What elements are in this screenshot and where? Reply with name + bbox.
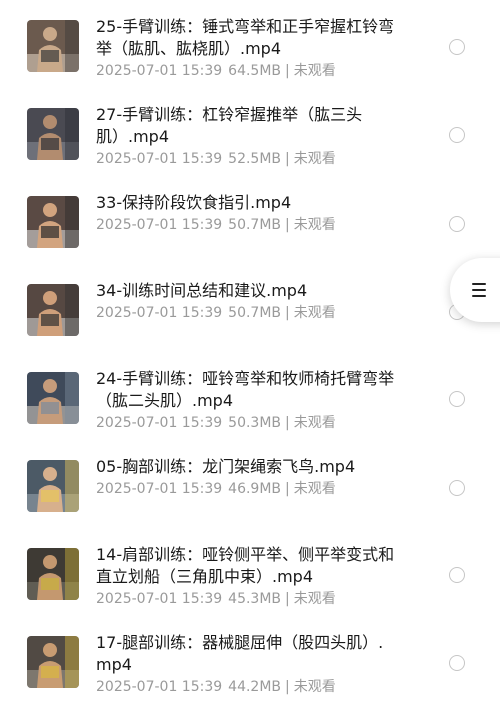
file-meta: 2025-07-01 15:39 50.3MB | 未观看 [96, 414, 336, 432]
meta-separator: | [285, 151, 290, 167]
watch-status: 未观看 [293, 305, 336, 321]
meta-separator: | [285, 679, 290, 695]
file-list-item[interactable]: 27-手臂训练：杠铃窄握推举（肱三头肌）.mp4 2025-07-01 15:39… [0, 98, 500, 186]
file-date: 2025-07-01 15:39 [96, 591, 223, 607]
file-size: 46.9MB [228, 481, 282, 497]
file-size: 64.5MB [228, 63, 282, 79]
file-size: 52.5MB [228, 151, 282, 167]
file-date: 2025-07-01 15:39 [96, 305, 223, 321]
file-name: 33-保持阶段饮食指引.mp4 [96, 193, 292, 212]
file-name: 34-训练时间总结和建议.mp4 [96, 281, 308, 300]
file-name: 14-肩部训练：哑铃侧平举、侧平举变式和直立划船（三角肌中束）.mp4 [96, 545, 395, 586]
watch-status: 未观看 [293, 217, 336, 233]
file-list-item[interactable]: 05-胸部训练：龙门架绳索飞鸟.mp4 2025-07-01 15:39 46.9M… [0, 450, 500, 538]
menu-icon [472, 283, 486, 297]
video-thumbnail-icon [27, 548, 79, 600]
video-thumbnail-icon [27, 20, 79, 72]
meta-separator: | [285, 591, 290, 607]
file-meta: 2025-07-01 15:39 46.9MB | 未观看 [96, 480, 336, 498]
file-date: 2025-07-01 15:39 [96, 151, 223, 167]
video-thumbnail-icon [27, 108, 79, 160]
file-size: 50.7MB [228, 217, 282, 233]
file-name: 25-手臂训练：锤式弯举和正手窄握杠铃弯举（肱肌、肱桡肌）.mp4 [96, 17, 395, 58]
video-thumbnail-icon [27, 460, 79, 512]
file-meta: 2025-07-01 15:39 52.5MB | 未观看 [96, 150, 336, 168]
watch-status: 未观看 [293, 591, 336, 607]
file-meta: 2025-07-01 15:39 44.2MB | 未观看 [96, 678, 336, 696]
video-thumbnail-icon [27, 636, 79, 688]
meta-separator: | [285, 217, 290, 233]
file-date: 2025-07-01 15:39 [96, 217, 223, 233]
file-name: 05-胸部训练：龙门架绳索飞鸟.mp4 [96, 457, 356, 476]
meta-separator: | [285, 305, 290, 321]
file-date: 2025-07-01 15:39 [96, 63, 223, 79]
select-radio[interactable] [449, 39, 465, 55]
file-list-item[interactable]: 34-训练时间总结和建议.mp4 2025-07-01 15:39 50.7MB | 未… [0, 274, 500, 362]
file-size: 50.3MB [228, 415, 282, 431]
select-radio[interactable] [449, 127, 465, 143]
file-list-item[interactable]: 14-肩部训练：哑铃侧平举、侧平举变式和直立划船（三角肌中束）.mp4 2025-… [0, 538, 500, 626]
file-list-item[interactable]: 17-腿部训练：器械腿屈伸（股四头肌）.mp4 2025-07-01 15:39 4… [0, 626, 500, 710]
file-meta: 2025-07-01 15:39 50.7MB | 未观看 [96, 216, 336, 234]
select-radio[interactable] [449, 391, 465, 407]
watch-status: 未观看 [293, 679, 336, 695]
file-size: 45.3MB [228, 591, 282, 607]
video-thumbnail-icon [27, 372, 79, 424]
file-size: 50.7MB [228, 305, 282, 321]
select-radio[interactable] [449, 655, 465, 671]
file-meta: 2025-07-01 15:39 64.5MB | 未观看 [96, 62, 336, 80]
file-date: 2025-07-01 15:39 [96, 679, 223, 695]
file-list-item[interactable]: 25-手臂训练：锤式弯举和正手窄握杠铃弯举（肱肌、肱桡肌）.mp4 2025-07… [0, 10, 500, 98]
file-list-item[interactable]: 33-保持阶段饮食指引.mp4 2025-07-01 15:39 50.7MB | 未观… [0, 186, 500, 274]
file-list-item[interactable]: 24-手臂训练：哑铃弯举和牧师椅托臂弯举（肱二头肌）.mp4 2025-07-01… [0, 362, 500, 450]
meta-separator: | [285, 415, 290, 431]
meta-separator: | [285, 63, 290, 79]
file-size: 44.2MB [228, 679, 282, 695]
watch-status: 未观看 [293, 481, 336, 497]
video-thumbnail-icon [27, 196, 79, 248]
video-thumbnail-icon [27, 284, 79, 336]
file-meta: 2025-07-01 15:39 50.7MB | 未观看 [96, 304, 336, 322]
file-date: 2025-07-01 15:39 [96, 481, 223, 497]
watch-status: 未观看 [293, 63, 336, 79]
file-browser-screen: 25-手臂训练：锤式弯举和正手窄握杠铃弯举（肱肌、肱桡肌）.mp4 2025-07… [0, 0, 500, 710]
file-name: 17-腿部训练：器械腿屈伸（股四头肌）.mp4 [96, 633, 384, 674]
watch-status: 未观看 [293, 151, 336, 167]
file-date: 2025-07-01 15:39 [96, 415, 223, 431]
select-radio[interactable] [449, 480, 465, 496]
watch-status: 未观看 [293, 415, 336, 431]
meta-separator: | [285, 481, 290, 497]
select-radio[interactable] [449, 216, 465, 232]
file-name: 24-手臂训练：哑铃弯举和牧师椅托臂弯举（肱二头肌）.mp4 [96, 369, 395, 410]
file-name: 27-手臂训练：杠铃窄握推举（肱三头肌）.mp4 [96, 105, 363, 146]
file-meta: 2025-07-01 15:39 45.3MB | 未观看 [96, 590, 336, 608]
select-radio[interactable] [449, 567, 465, 583]
